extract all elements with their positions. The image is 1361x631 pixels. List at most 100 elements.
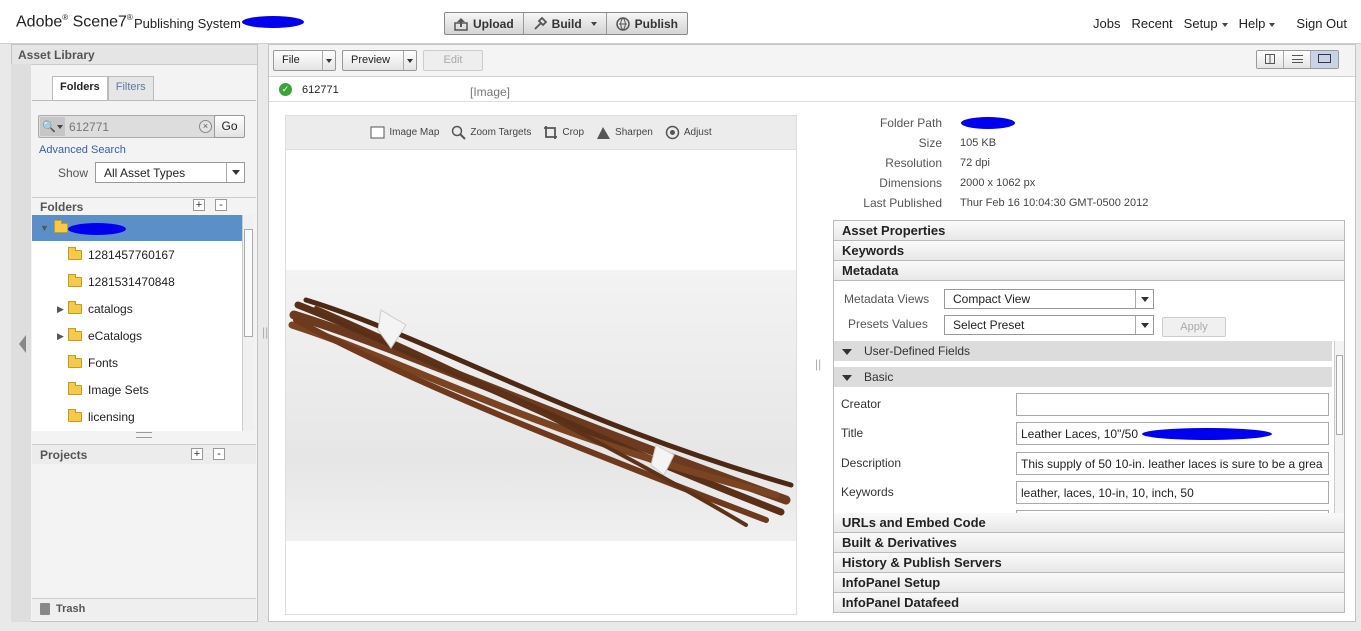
publish-button[interactable]: Publish <box>607 13 687 34</box>
title-field[interactable]: Leather Laces, 10"/50 <box>1016 422 1329 445</box>
remove-project-button[interactable]: - <box>213 448 225 460</box>
dimensions-label: Dimensions <box>879 176 942 190</box>
detail-view-icon[interactable] <box>1311 51 1338 68</box>
metadata-views-select[interactable]: Compact View <box>944 289 1154 309</box>
add-project-button[interactable]: + <box>191 448 203 460</box>
show-label: Show <box>58 166 89 180</box>
adjust-tool[interactable]: Adjust <box>665 125 712 140</box>
search-value: 612771 <box>69 120 110 134</box>
scrollbar-thumb[interactable] <box>244 229 253 337</box>
search-options-button[interactable]: 🔍 <box>40 117 65 136</box>
apply-button[interactable]: Apply <box>1162 317 1226 337</box>
collapse-arrow-icon <box>842 348 852 355</box>
expand-arrow-icon[interactable]: ▶ <box>57 331 64 342</box>
sign-out-link[interactable]: Sign Out <box>1296 16 1347 31</box>
history-publish-section[interactable]: History & Publish Servers <box>834 553 1344 573</box>
panel-resize-handle[interactable] <box>136 432 152 438</box>
folder-icon <box>68 355 82 368</box>
crop-tool[interactable]: Crop <box>543 125 584 140</box>
last-published-label: Last Published <box>863 196 942 210</box>
folder-open-icon <box>54 220 68 233</box>
collapse-left-panel-handle[interactable] <box>11 64 31 622</box>
tree-item[interactable]: Fonts <box>32 350 242 376</box>
edit-button[interactable]: Edit <box>423 50 483 71</box>
add-folder-button[interactable]: + <box>193 199 205 211</box>
description-field[interactable]: This supply of 50 10-in. leather laces i… <box>1016 452 1329 475</box>
upload-button[interactable]: Upload <box>445 13 524 34</box>
tree-item[interactable]: Image Sets <box>32 377 242 403</box>
dropdown-arrow-icon <box>1135 316 1153 334</box>
nav-recent[interactable]: Recent <box>1131 16 1172 31</box>
go-button[interactable]: Go <box>214 115 245 138</box>
app-window: Adobe® Scene7® Publishing System Upload … <box>0 0 1361 631</box>
list-view-icon[interactable] <box>1284 51 1311 68</box>
clear-search-icon[interactable]: × <box>199 120 212 133</box>
image-map-icon <box>370 126 385 139</box>
tab-divider <box>32 100 256 101</box>
tab-filters[interactable]: Filters <box>107 76 154 100</box>
product-image-leather-laces <box>286 270 796 541</box>
nav-setup[interactable]: Setup <box>1184 16 1228 31</box>
folder-tree: ▼ 1281457760167 1281531470848 ▶ catalogs … <box>32 215 242 431</box>
creator-field[interactable] <box>1016 393 1329 416</box>
tree-item[interactable]: 1281531470848 <box>32 269 242 295</box>
view-mode-toggle <box>1256 50 1339 69</box>
asset-id: 612771 <box>302 84 339 96</box>
basic-section[interactable]: Basic <box>834 367 1332 387</box>
redacted-company-name <box>242 16 304 28</box>
sharpen-tool[interactable]: Sharpen <box>596 125 653 140</box>
asset-detail-panel: File Preview Edit ✓ 612771 [Image] Image… <box>268 44 1356 622</box>
trash-item[interactable]: Trash <box>32 598 256 620</box>
scrollbar-thumb[interactable] <box>1336 355 1343 435</box>
folder-tree-scrollbar[interactable] <box>242 215 254 431</box>
file-menu-button[interactable]: File <box>273 50 336 71</box>
infopanel-setup-section[interactable]: InfoPanel Setup <box>834 573 1344 593</box>
description-label: Description <box>841 456 902 470</box>
zoom-targets-tool[interactable]: Zoom Targets <box>451 125 531 140</box>
library-tabs: Folders Filters <box>52 76 154 100</box>
last-published-value: Thur Feb 16 10:04:30 GMT-0500 2012 <box>960 197 1149 209</box>
keywords-field[interactable]: leather, laces, 10-in, 10, inch, 50 <box>1016 481 1329 504</box>
folder-icon <box>68 328 82 341</box>
asset-row[interactable]: ✓ 612771 [Image] <box>269 78 1355 102</box>
nav-jobs[interactable]: Jobs <box>1093 16 1120 31</box>
grid-view-icon[interactable] <box>1257 51 1284 68</box>
top-navigation: Jobs Recent Setup Help Sign Out <box>1093 16 1347 31</box>
asset-toolbar: File Preview Edit <box>269 45 1355 77</box>
build-button[interactable]: Build <box>524 13 607 34</box>
splitter-handle[interactable]: || <box>815 357 821 371</box>
presets-select[interactable]: Select Preset <box>944 315 1154 335</box>
metadata-section[interactable]: Metadata <box>834 261 1344 281</box>
urls-embed-section[interactable]: URLs and Embed Code <box>834 513 1344 533</box>
dropdown-arrow-icon <box>322 51 335 70</box>
preview-menu-button[interactable]: Preview <box>342 50 417 71</box>
keywords-section[interactable]: Keywords <box>834 241 1344 261</box>
tab-folders[interactable]: Folders <box>52 76 108 100</box>
tree-item[interactable]: 1281457760167 <box>32 242 242 268</box>
redacted-title-text <box>1142 428 1272 440</box>
folder-icon <box>68 274 82 287</box>
resolution-value: 72 dpi <box>960 157 990 169</box>
metadata-scrollbar[interactable] <box>1334 341 1344 513</box>
nav-help[interactable]: Help <box>1239 16 1276 31</box>
creator-label: Creator <box>841 397 882 411</box>
crop-icon <box>544 126 558 139</box>
check-icon: ✓ <box>279 83 292 96</box>
remove-folder-button[interactable]: - <box>215 199 227 211</box>
image-map-tool[interactable]: Image Map <box>370 125 439 140</box>
user-defined-fields-section[interactable]: User-Defined Fields <box>834 341 1332 361</box>
asset-properties-section[interactable]: Asset Properties <box>834 221 1344 241</box>
keywords-label: Keywords <box>841 485 894 499</box>
search-input[interactable]: 🔍 612771 × <box>38 115 217 138</box>
advanced-search-link[interactable]: Advanced Search <box>39 144 126 156</box>
infopanel-datafeed-section[interactable]: InfoPanel Datafeed <box>834 593 1344 613</box>
tree-item[interactable]: ▶ catalogs <box>32 296 242 322</box>
built-derivatives-section[interactable]: Built & Derivatives <box>834 533 1344 553</box>
tree-item[interactable]: licensing <box>32 404 242 430</box>
asset-type: [Image] <box>470 85 511 99</box>
tree-item-root[interactable]: ▼ <box>32 215 242 241</box>
tree-item[interactable]: ▶ eCatalogs <box>32 323 242 349</box>
asset-type-select[interactable]: All Asset Types <box>95 162 245 183</box>
product-title: Publishing System <box>134 16 241 31</box>
expand-arrow-icon[interactable]: ▶ <box>57 304 64 315</box>
